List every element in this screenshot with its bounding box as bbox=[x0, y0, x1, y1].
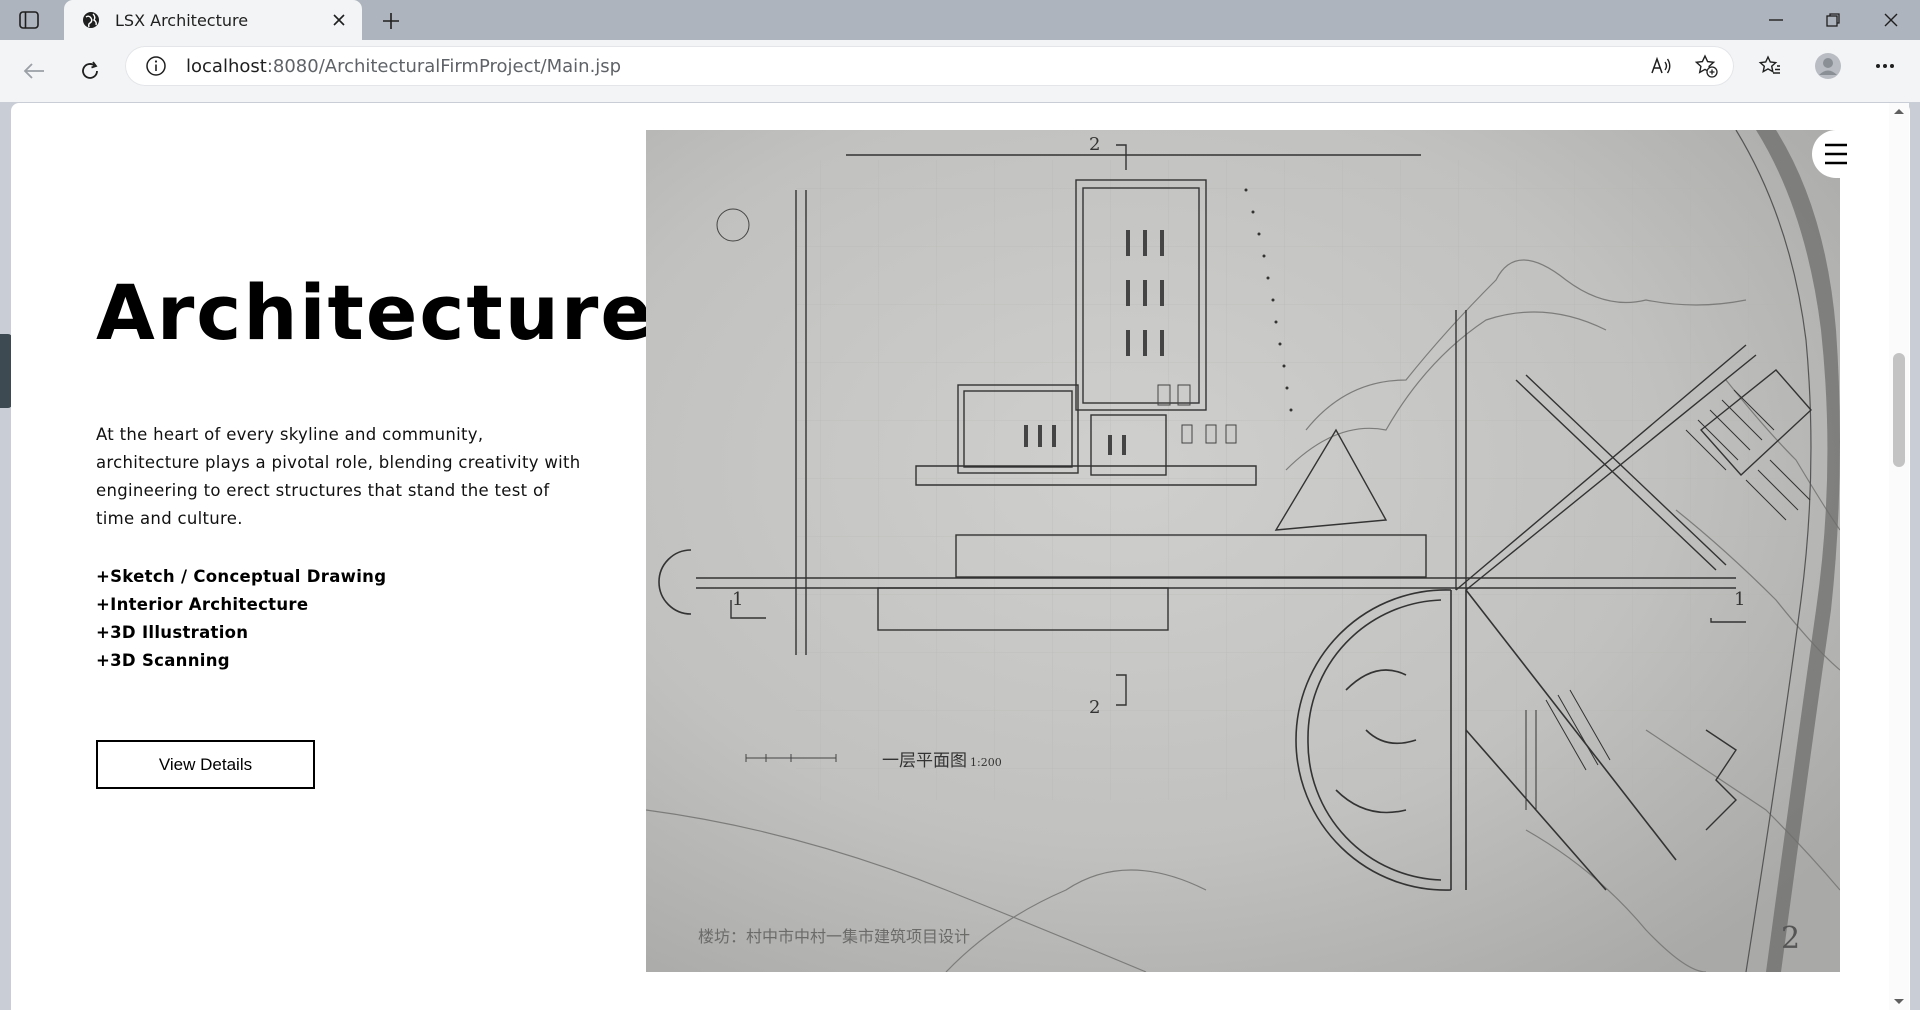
close-window-icon[interactable] bbox=[1878, 8, 1904, 32]
browser-tab[interactable]: LSX Architecture bbox=[64, 0, 362, 40]
service-item: +3D Scanning bbox=[96, 651, 230, 670]
plan-title: 一层平面图 bbox=[882, 751, 967, 771]
view-details-button[interactable]: View Details bbox=[96, 740, 315, 789]
tab-actions-icon[interactable] bbox=[18, 9, 40, 31]
restore-icon[interactable] bbox=[1820, 8, 1846, 32]
scroll-down-arrow-icon[interactable] bbox=[1893, 998, 1905, 1006]
hamburger-menu-icon[interactable] bbox=[1812, 130, 1860, 178]
add-favorite-icon[interactable] bbox=[1694, 54, 1718, 78]
read-aloud-icon[interactable] bbox=[1649, 54, 1673, 78]
plan-caption: 楼坊：村中市中村一集市建筑项目设计 bbox=[698, 927, 970, 946]
floor-plan-image: 一层平面图 1:200 楼坊：村中市中村一集市建筑项目设计 2 1 1 2 2 bbox=[646, 130, 1840, 972]
vertical-scrollbar[interactable] bbox=[1889, 103, 1909, 1010]
scrollbar-thumb[interactable] bbox=[1893, 353, 1905, 467]
new-tab-icon[interactable] bbox=[378, 8, 404, 34]
services-list: +Sketch / Conceptual Drawing +Interior A… bbox=[96, 563, 386, 675]
globe-favicon-icon bbox=[82, 11, 100, 29]
favorites-icon[interactable] bbox=[1756, 52, 1784, 80]
tab-bar: LSX Architecture bbox=[0, 0, 1920, 40]
url-port: :8080 bbox=[266, 56, 319, 77]
scroll-up-arrow-icon[interactable] bbox=[1893, 107, 1905, 115]
address-bar[interactable]: localhost:8080/ArchitecturalFirmProject/… bbox=[125, 46, 1734, 86]
section-mark: 1 bbox=[732, 589, 743, 610]
page-viewport: Architecture At the heart of every skyli… bbox=[11, 103, 1910, 1010]
url-path: /ArchitecturalFirmProject/Main.jsp bbox=[318, 56, 622, 77]
back-arrow-icon[interactable] bbox=[17, 54, 51, 88]
page-title: Architecture bbox=[96, 268, 654, 357]
site-info-icon[interactable] bbox=[145, 55, 167, 77]
close-tab-icon[interactable] bbox=[328, 9, 350, 31]
profile-avatar-icon[interactable] bbox=[1814, 52, 1842, 80]
service-item: +3D Illustration bbox=[96, 623, 249, 642]
tab-title: LSX Architecture bbox=[115, 11, 249, 30]
plan-sheet-number: 2 bbox=[1781, 921, 1800, 956]
plan-scale: 1:200 bbox=[970, 756, 1002, 769]
section-mark: 2 bbox=[1089, 134, 1100, 155]
browser-toolbar: localhost:8080/ArchitecturalFirmProject/… bbox=[0, 40, 1920, 102]
service-item: +Sketch / Conceptual Drawing bbox=[96, 567, 387, 586]
intro-paragraph: At the heart of every skyline and commun… bbox=[96, 425, 581, 528]
floor-plan-drawing: 一层平面图 1:200 楼坊：村中市中村一集市建筑项目设计 2 1 1 2 2 bbox=[646, 130, 1840, 972]
more-options-icon[interactable] bbox=[1871, 52, 1899, 80]
url-host: localhost bbox=[186, 56, 267, 77]
service-item: +Interior Architecture bbox=[96, 595, 309, 614]
url-text: localhost:8080/ArchitecturalFirmProject/… bbox=[186, 56, 621, 77]
section-mark: 1 bbox=[1734, 589, 1745, 610]
reload-icon[interactable] bbox=[73, 54, 107, 88]
minimize-icon[interactable] bbox=[1763, 8, 1789, 32]
section-mark: 2 bbox=[1089, 697, 1100, 718]
